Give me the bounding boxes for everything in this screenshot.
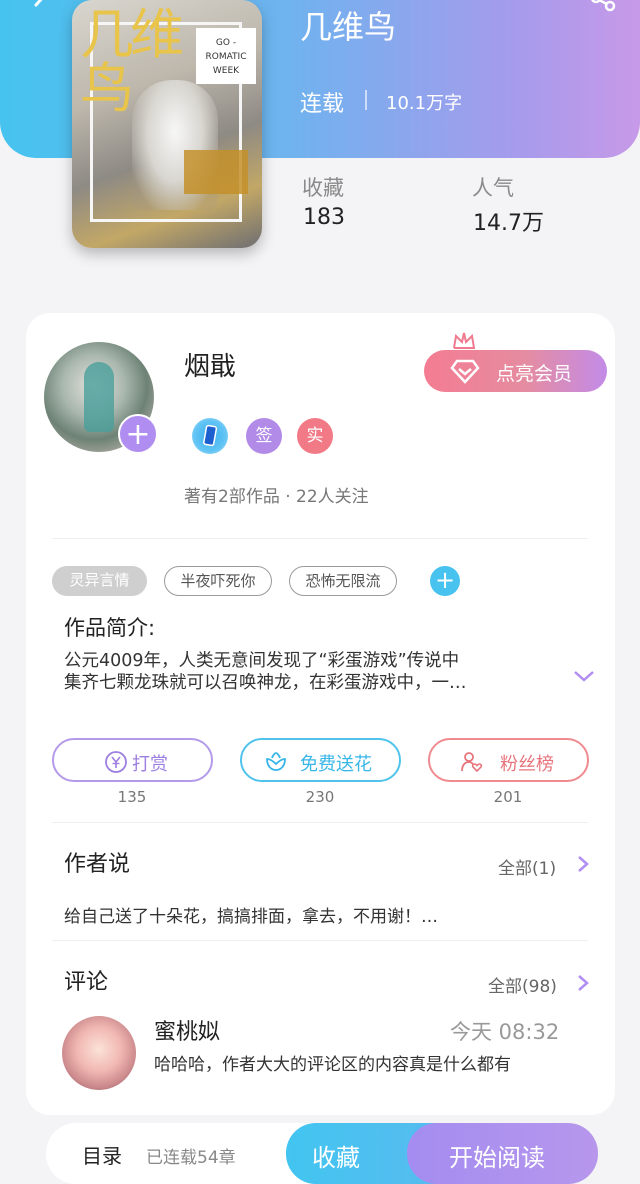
intro-line: 公元4009年，人类无意间发现了“彩蛋游戏”传说中 bbox=[64, 651, 460, 671]
crown-icon bbox=[453, 332, 476, 349]
author-name[interactable]: 烟戢 bbox=[184, 346, 236, 383]
tip-button[interactable]: 打赏 bbox=[52, 738, 213, 782]
chevron-down-icon[interactable] bbox=[572, 668, 596, 684]
send-flower-button[interactable]: 免费送花 bbox=[240, 738, 401, 782]
popularity-value: 14.7万 bbox=[473, 211, 544, 236]
chevron-right-icon[interactable] bbox=[576, 973, 590, 993]
book-cover[interactable]: 几维鸟 GO - ROMATIC WEEK bbox=[72, 0, 262, 248]
phone-icon bbox=[203, 424, 218, 447]
commenter-avatar[interactable] bbox=[62, 1016, 136, 1090]
divider bbox=[52, 822, 588, 823]
fans-count: 201 bbox=[493, 788, 523, 806]
share-icon[interactable] bbox=[590, 0, 616, 14]
vip-button-label: 点亮会员 bbox=[496, 363, 573, 385]
comment-text[interactable]: 哈哈哈，作者大大的评论区的内容真是什么都有 bbox=[154, 1050, 511, 1075]
cover-stamp bbox=[184, 150, 248, 194]
table-of-contents-button[interactable]: 目录 bbox=[82, 1140, 122, 1169]
divider bbox=[52, 538, 588, 539]
tip-count: 135 bbox=[117, 788, 147, 806]
comment-time: 今天 08:32 bbox=[450, 1020, 560, 1044]
commenter-name[interactable]: 蜜桃姒 bbox=[154, 1014, 220, 1046]
fans-rank-label: 粉丝榜 bbox=[500, 754, 554, 775]
chapter-count: 已连载54章 bbox=[146, 1148, 236, 1168]
fans-heart-icon bbox=[461, 752, 483, 773]
back-arrow-icon[interactable] bbox=[30, 0, 52, 16]
phone-author-badge bbox=[192, 418, 228, 454]
vip-member-button[interactable]: 点亮会员 bbox=[424, 350, 607, 392]
author-says-all-link[interactable]: 全部(1) bbox=[498, 854, 556, 879]
send-flower-label: 免费送花 bbox=[300, 754, 372, 775]
follow-author-button[interactable]: + bbox=[118, 414, 158, 454]
book-status: 连载 bbox=[300, 92, 345, 117]
chevron-right-icon[interactable] bbox=[576, 854, 590, 874]
status-separator bbox=[365, 90, 367, 110]
tip-button-label: 打赏 bbox=[132, 754, 168, 775]
intro-line: 集齐七颗龙珠就可以召唤神龙，在彩蛋游戏中，一… bbox=[64, 673, 467, 693]
favorite-button-label: 收藏 bbox=[312, 1144, 360, 1172]
tag-item[interactable]: 恐怖无限流 bbox=[289, 566, 397, 596]
word-count: 10.1万字 bbox=[386, 93, 463, 114]
favorites-value: 183 bbox=[303, 205, 345, 230]
verified-badge: 实 bbox=[297, 418, 333, 454]
tag-item[interactable]: 半夜吓死你 bbox=[164, 566, 272, 596]
favorites-label: 收藏 bbox=[302, 176, 344, 200]
intro-title: 作品简介: bbox=[64, 616, 156, 640]
diamond-icon bbox=[450, 359, 480, 384]
author-says-text[interactable]: 给自己送了十朵花，搞搞排面，拿去，不用谢！… bbox=[64, 902, 438, 927]
start-reading-label: 开始阅读 bbox=[449, 1144, 545, 1172]
tag-genre[interactable]: 灵异言情 bbox=[52, 566, 147, 596]
flower-icon bbox=[266, 752, 286, 771]
flower-count: 230 bbox=[305, 788, 335, 806]
comments-all-link[interactable]: 全部(98) bbox=[488, 972, 557, 997]
book-title: 几维鸟 bbox=[300, 8, 397, 46]
start-reading-button[interactable]: 开始阅读 bbox=[407, 1123, 598, 1184]
add-tag-button[interactable]: + bbox=[430, 566, 460, 596]
comments-title: 评论 bbox=[64, 970, 109, 995]
divider bbox=[52, 940, 588, 941]
cover-title: 几维鸟 bbox=[80, 3, 184, 120]
yen-coin-icon bbox=[105, 751, 127, 773]
author-meta: 著有2部作品 · 22人关注 bbox=[184, 487, 369, 507]
popularity-label: 人气 bbox=[472, 176, 514, 200]
intro-text[interactable]: 公元4009年，人类无意间发现了“彩蛋游戏”传说中 集齐七颗龙珠就可以召唤神龙，… bbox=[64, 650, 554, 694]
author-says-title: 作者说 bbox=[64, 852, 131, 877]
fans-rank-button[interactable]: 粉丝榜 bbox=[428, 738, 589, 782]
signed-badge: 签 bbox=[246, 418, 282, 454]
cover-label: GO - ROMATIC WEEK bbox=[196, 28, 256, 84]
